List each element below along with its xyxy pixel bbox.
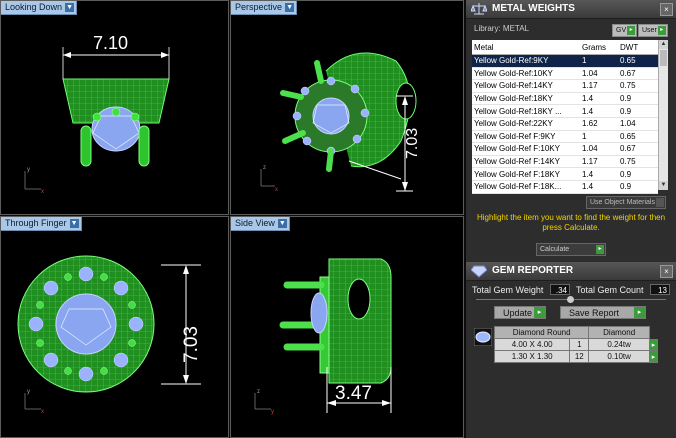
table-row[interactable]: Yellow Gold-Ref:18KY ... 1.4 0.9: [472, 104, 658, 118]
table-row[interactable]: 4.00 X 4.00 1 0.24tw ▸: [493, 338, 658, 351]
viewport-tab[interactable]: Side View ▼: [231, 217, 290, 231]
dimension-label: 3.47: [335, 383, 372, 404]
gem-reporter-header: GEM REPORTER ×: [466, 262, 676, 281]
column-header[interactable]: Grams: [580, 40, 618, 55]
viewport-looking-down[interactable]: 7.10 y x Looking Down ▼: [0, 0, 229, 215]
checkbox-icon: [655, 198, 664, 207]
gem-table: Diamond Round Diamond 4.00 X 4.00 1 0.24…: [493, 326, 658, 363]
viewport-tab[interactable]: Perspective ▼: [231, 1, 298, 15]
ring-side-view: 3.47 z y: [254, 258, 392, 415]
close-icon[interactable]: ×: [660, 265, 673, 278]
axis-gizmo-icon: [24, 393, 41, 410]
viewport-tab[interactable]: Looking Down ▼: [1, 1, 78, 15]
user-button[interactable]: User ▸: [638, 24, 668, 37]
ring-perspective-view: 7.03 z x: [260, 52, 421, 193]
total-gem-count-value: 13: [650, 284, 670, 295]
total-gem-weight-value: .34: [550, 284, 570, 295]
table-row[interactable]: Yellow Gold-Ref:18KY 1.4 0.9: [472, 92, 658, 106]
table-row[interactable]: 1.30 X 1.30 12 0.10tw ▸: [493, 350, 658, 363]
calculate-button[interactable]: Calculate ▸: [536, 243, 606, 256]
arrow-icon: ▸: [634, 307, 645, 318]
viewport-side-view[interactable]: 3.47 z y Side View ▼: [230, 216, 464, 438]
arrow-icon: ▸: [627, 26, 636, 35]
axis-gizmo-icon: [254, 393, 271, 410]
dimension-label: 7.03: [181, 326, 202, 363]
axis-gizmo-icon: [24, 171, 41, 190]
metal-weights-header: METAL WEIGHTS ×: [466, 0, 676, 19]
instruction-text: Highlight the item you want to find the …: [476, 213, 666, 232]
ring-top-view: 7.10 y x: [24, 33, 170, 195]
slider-handle[interactable]: [567, 296, 574, 303]
save-report-button[interactable]: Save Report ▸: [560, 306, 646, 319]
gv-button[interactable]: GV ▸: [612, 24, 638, 37]
viewport-tab[interactable]: Through Finger ▼: [1, 217, 82, 231]
dimension-label: 7.10: [93, 33, 128, 53]
svg-text:y: y: [271, 409, 274, 415]
table-row[interactable]: Yellow Gold-Ref F:9KY 1 0.65: [472, 130, 658, 144]
row-arrow-icon[interactable]: ▸: [649, 338, 658, 351]
table-row[interactable]: Yellow Gold-Ref:10KY 1.04 0.67: [472, 67, 658, 81]
tool-panel: METAL WEIGHTS × Library: METAL GV ▸ User ▸…: [466, 0, 676, 438]
viewport-through-finger[interactable]: 7.03 y x Through Finger ▼: [0, 216, 229, 438]
total-gem-count-label: Total Gem Count: [576, 285, 644, 295]
panel-title: METAL WEIGHTS: [492, 3, 575, 14]
panel-title: GEM REPORTER: [492, 265, 574, 276]
svg-text:y: y: [27, 389, 30, 395]
dimension-label: 7.03: [404, 128, 421, 159]
dropdown-arrow-icon[interactable]: ▼: [65, 3, 75, 12]
close-icon[interactable]: ×: [660, 3, 673, 16]
update-button[interactable]: Update ▸: [494, 306, 546, 319]
table-scrollbar[interactable]: ▲ ▼: [658, 40, 668, 190]
svg-text:x: x: [275, 187, 278, 193]
table-row[interactable]: Yellow Gold-Ref:14KY 1.17 0.75: [472, 79, 658, 93]
arrow-icon: ▸: [534, 307, 545, 318]
axis-gizmo-icon: [260, 169, 275, 187]
column-header: Diamond: [588, 326, 650, 339]
arrow-icon: ▸: [596, 245, 604, 254]
library-label: Library: METAL: [474, 24, 529, 33]
metal-table: Metal Grams DWT Yellow Gold-Ref:9KY 1 0.65…: [472, 40, 658, 194]
table-row[interactable]: Yellow Gold-Ref F:14KY 1.17 0.75: [472, 155, 658, 169]
svg-text:y: y: [27, 167, 30, 173]
scrollbar-thumb[interactable]: [660, 50, 667, 66]
table-row[interactable]: Yellow Gold-Ref F:18KY 1.4 0.9: [472, 167, 658, 181]
scroll-down-icon[interactable]: ▼: [659, 181, 668, 190]
row-arrow-icon[interactable]: ▸: [649, 350, 658, 363]
table-row[interactable]: Yellow Gold-Ref:22KY 1.62 1.04: [472, 117, 658, 131]
table-row[interactable]: Yellow Gold-Ref:9KY 1 0.65: [472, 54, 658, 68]
diamond-shape-icon: [474, 328, 492, 346]
use-object-materials-toggle[interactable]: Use Object Materials: [586, 196, 666, 209]
svg-text:x: x: [41, 189, 44, 195]
dropdown-arrow-icon[interactable]: ▼: [277, 219, 287, 228]
arrow-icon: ▸: [657, 26, 666, 35]
column-header[interactable]: DWT: [618, 40, 658, 55]
total-gem-weight-label: Total Gem Weight: [472, 285, 544, 295]
gem-icon: [471, 265, 487, 278]
svg-text:x: x: [41, 409, 44, 415]
scale-icon: [471, 3, 487, 15]
ring-front-view: 7.03 y x: [17, 255, 202, 415]
table-row[interactable]: Yellow Gold-Ref F:18K... 1.4 0.9: [472, 180, 658, 194]
column-header: Diamond Round: [493, 326, 590, 339]
column-header[interactable]: Metal: [472, 40, 580, 55]
table-row[interactable]: Yellow Gold-Ref F:10KY 1.04 0.67: [472, 142, 658, 156]
svg-text:z: z: [263, 165, 266, 171]
scroll-up-icon[interactable]: ▲: [659, 40, 668, 49]
viewport-perspective[interactable]: 7.03 z x Perspective ▼: [230, 0, 464, 215]
dropdown-arrow-icon[interactable]: ▼: [69, 219, 79, 228]
dropdown-arrow-icon[interactable]: ▼: [285, 3, 295, 12]
svg-text:z: z: [257, 389, 260, 395]
